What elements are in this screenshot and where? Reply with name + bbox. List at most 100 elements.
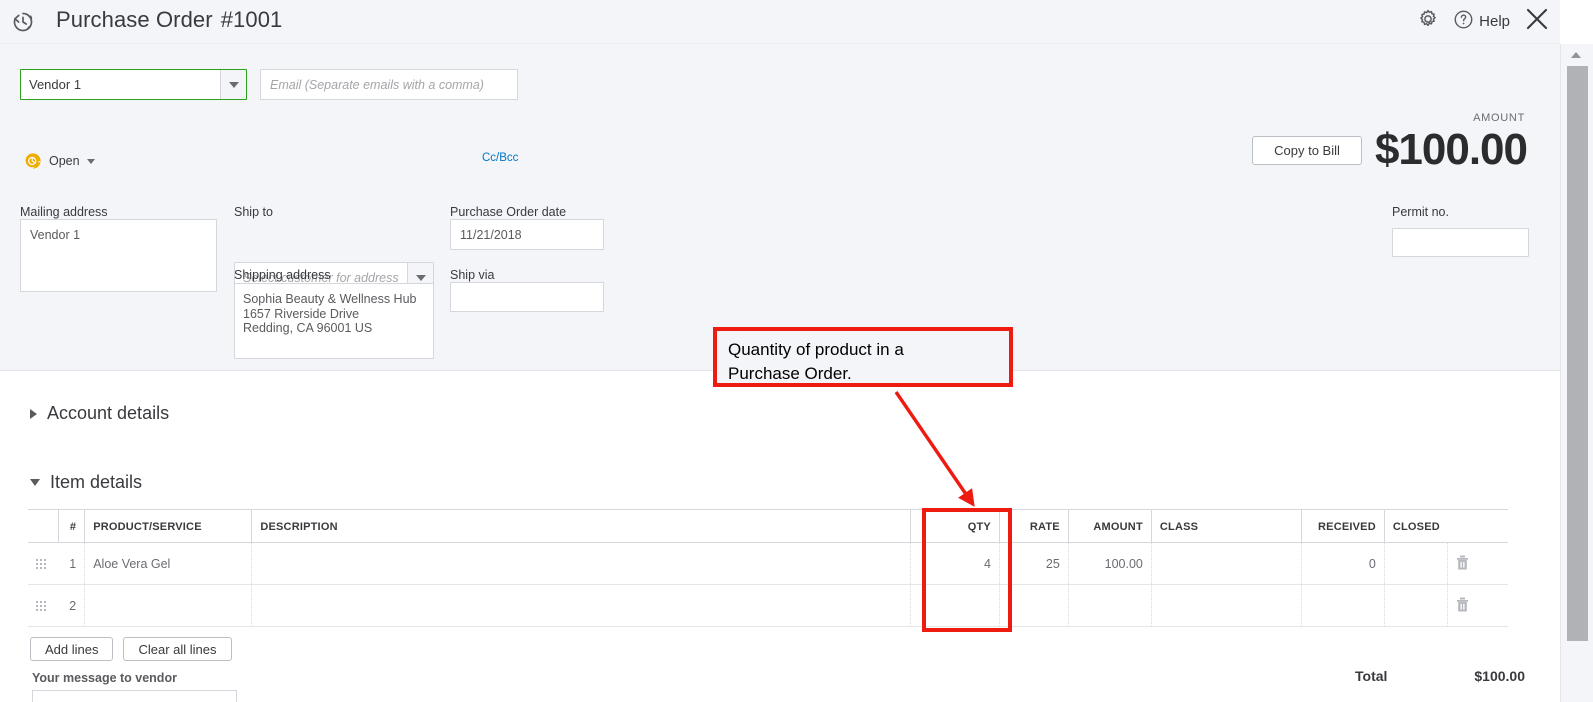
mailing-address-label: Mailing address bbox=[20, 205, 108, 219]
drag-handle-icon bbox=[36, 559, 50, 569]
row-description[interactable] bbox=[252, 543, 910, 585]
mailing-address-value: Vendor 1 bbox=[30, 228, 80, 243]
col-amount: AMOUNT bbox=[1068, 510, 1151, 543]
table-row[interactable]: 1 Aloe Vera Gel 4 25 100.00 0 bbox=[28, 543, 1508, 585]
table-row[interactable]: 2 bbox=[28, 585, 1508, 627]
line-actions: Add lines Clear all lines bbox=[30, 637, 232, 661]
col-index: # bbox=[58, 510, 84, 543]
row-delete-button[interactable] bbox=[1447, 543, 1508, 585]
amount-label: AMOUNT bbox=[1473, 112, 1525, 124]
purchase-order-header-form: Vendor 1 Open Cc/Bcc Mailing address Ven bbox=[0, 44, 1560, 371]
item-details-section-toggle[interactable]: Item details bbox=[30, 472, 142, 493]
titlebar-actions: Help bbox=[1417, 6, 1550, 37]
purchase-order-details: Account details Item details # PRODUCT/S… bbox=[0, 372, 1560, 702]
row-closed[interactable] bbox=[1384, 585, 1447, 627]
amount-value: $100.00 bbox=[1375, 125, 1527, 175]
page-title-text: Purchase Order bbox=[56, 7, 213, 32]
table-header-row: # PRODUCT/SERVICE DESCRIPTION QTY RATE A… bbox=[28, 510, 1508, 543]
page-title-number: #1001 bbox=[221, 7, 283, 32]
col-description: DESCRIPTION bbox=[252, 510, 910, 543]
row-delete-button[interactable] bbox=[1447, 585, 1508, 627]
row-amount[interactable] bbox=[1068, 585, 1151, 627]
row-class[interactable] bbox=[1151, 585, 1301, 627]
purchase-order-window: Purchase Order #1001 Help bbox=[0, 0, 1593, 702]
col-handle bbox=[28, 510, 58, 543]
permit-no-field[interactable] bbox=[1392, 228, 1529, 257]
item-details-label: Item details bbox=[50, 472, 142, 493]
row-index: 1 bbox=[58, 543, 84, 585]
help-label: Help bbox=[1479, 13, 1510, 30]
close-x-icon[interactable] bbox=[1524, 6, 1550, 37]
row-product-service[interactable]: Aloe Vera Gel bbox=[85, 543, 252, 585]
shipping-address-value: Sophia Beauty & Wellness Hub 1657 Rivers… bbox=[243, 292, 416, 336]
col-trash bbox=[1447, 510, 1508, 543]
vendor-message-label: Your message to vendor bbox=[32, 671, 177, 685]
chevron-down-icon bbox=[229, 82, 239, 88]
scroll-up-arrow-icon[interactable] bbox=[1571, 52, 1581, 58]
row-closed[interactable] bbox=[1384, 543, 1447, 585]
vertical-scrollbar[interactable] bbox=[1560, 44, 1593, 702]
shipping-address-box[interactable]: Sophia Beauty & Wellness Hub 1657 Rivers… bbox=[234, 283, 434, 359]
col-rate: RATE bbox=[999, 510, 1068, 543]
clock-status-icon bbox=[24, 152, 42, 170]
total-value: $100.00 bbox=[1474, 668, 1525, 684]
row-rate[interactable] bbox=[999, 585, 1068, 627]
total-label: Total bbox=[1355, 668, 1387, 684]
trash-icon bbox=[1456, 559, 1469, 573]
mailing-address-box[interactable]: Vendor 1 bbox=[20, 219, 217, 292]
add-lines-button[interactable]: Add lines bbox=[30, 637, 113, 661]
history-clock-icon[interactable] bbox=[8, 7, 38, 37]
annotation-line-1: Quantity of product in a bbox=[728, 338, 1009, 362]
ship-via-field[interactable] bbox=[450, 282, 604, 312]
total-row: Total $100.00 bbox=[1355, 668, 1525, 684]
row-received[interactable]: 0 bbox=[1301, 543, 1384, 585]
row-index: 2 bbox=[58, 585, 84, 627]
col-closed: CLOSED bbox=[1384, 510, 1447, 543]
row-description[interactable] bbox=[252, 585, 910, 627]
col-received: RECEIVED bbox=[1301, 510, 1384, 543]
row-class[interactable] bbox=[1151, 543, 1301, 585]
vendor-select[interactable]: Vendor 1 bbox=[20, 69, 247, 100]
row-received[interactable] bbox=[1301, 585, 1384, 627]
triangle-down-icon bbox=[30, 479, 40, 486]
shipping-address-label: Shipping address bbox=[234, 268, 331, 282]
annotation-callout: Quantity of product in a Purchase Order. bbox=[713, 327, 1013, 387]
status-badge[interactable]: Open bbox=[24, 152, 95, 170]
ship-to-label: Ship to bbox=[234, 205, 273, 219]
cc-bcc-link[interactable]: Cc/Bcc bbox=[482, 152, 518, 164]
row-drag-handle[interactable] bbox=[28, 543, 58, 585]
row-qty[interactable]: 4 bbox=[910, 543, 999, 585]
col-qty: QTY bbox=[910, 510, 999, 543]
vendor-message-textarea[interactable] bbox=[32, 690, 237, 702]
row-product-service[interactable] bbox=[85, 585, 252, 627]
vendor-select-value: Vendor 1 bbox=[21, 70, 220, 99]
annotation-line-2: Purchase Order. bbox=[728, 362, 1009, 386]
ship-via-label: Ship via bbox=[450, 268, 494, 282]
trash-icon bbox=[1456, 601, 1469, 615]
help-button[interactable]: Help bbox=[1453, 9, 1510, 35]
po-date-value: 11/21/2018 bbox=[460, 228, 522, 243]
email-input[interactable] bbox=[260, 69, 518, 100]
vendor-dropdown-toggle[interactable] bbox=[220, 70, 246, 99]
account-details-section-toggle[interactable]: Account details bbox=[30, 403, 169, 424]
scrollbar-thumb[interactable] bbox=[1567, 66, 1588, 641]
permit-no-label: Permit no. bbox=[1392, 205, 1449, 219]
chevron-down-icon bbox=[416, 275, 426, 281]
triangle-right-icon bbox=[30, 409, 37, 419]
account-details-label: Account details bbox=[47, 403, 169, 424]
window-title-bar: Purchase Order #1001 Help bbox=[0, 0, 1560, 44]
drag-handle-icon bbox=[36, 601, 50, 611]
gear-icon[interactable] bbox=[1417, 8, 1439, 35]
row-drag-handle[interactable] bbox=[28, 585, 58, 627]
po-date-field[interactable]: 11/21/2018 bbox=[450, 219, 604, 250]
page-title: Purchase Order #1001 bbox=[56, 7, 282, 33]
po-date-label: Purchase Order date bbox=[450, 205, 566, 219]
copy-to-bill-button[interactable]: Copy to Bill bbox=[1252, 136, 1362, 165]
col-product-service: PRODUCT/SERVICE bbox=[85, 510, 252, 543]
col-class: CLASS bbox=[1151, 510, 1301, 543]
status-label: Open bbox=[49, 154, 80, 168]
clear-all-lines-button[interactable]: Clear all lines bbox=[123, 637, 231, 661]
row-rate[interactable]: 25 bbox=[999, 543, 1068, 585]
row-amount[interactable]: 100.00 bbox=[1068, 543, 1151, 585]
row-qty[interactable] bbox=[910, 585, 999, 627]
